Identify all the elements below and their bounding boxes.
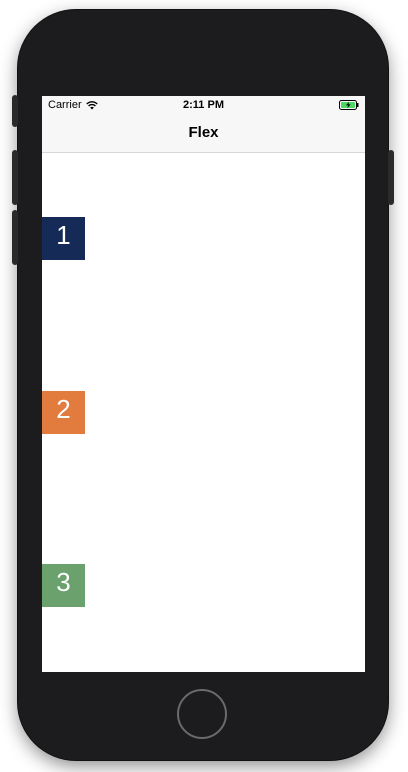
status-time: 2:11 PM	[183, 99, 224, 111]
status-bar: Carrier 2:11 PM	[42, 96, 365, 114]
flex-box-3-label: 3	[56, 567, 71, 597]
volume-down-button	[12, 210, 18, 265]
app-screen: Carrier 2:11 PM Flex 1 2 3	[42, 96, 365, 672]
home-button[interactable]	[177, 689, 227, 739]
flex-box-1-label: 1	[56, 220, 71, 250]
page-title: Flex	[188, 124, 219, 141]
mute-switch	[12, 95, 18, 127]
navigation-bar: Flex	[42, 114, 365, 153]
volume-up-button	[12, 150, 18, 205]
power-button	[388, 150, 394, 205]
flex-box-1: 1	[42, 217, 85, 260]
battery-charging-icon	[339, 100, 359, 110]
flex-box-2-label: 2	[56, 394, 71, 424]
flex-box-2: 2	[42, 391, 85, 434]
flex-box-3: 3	[42, 564, 85, 607]
